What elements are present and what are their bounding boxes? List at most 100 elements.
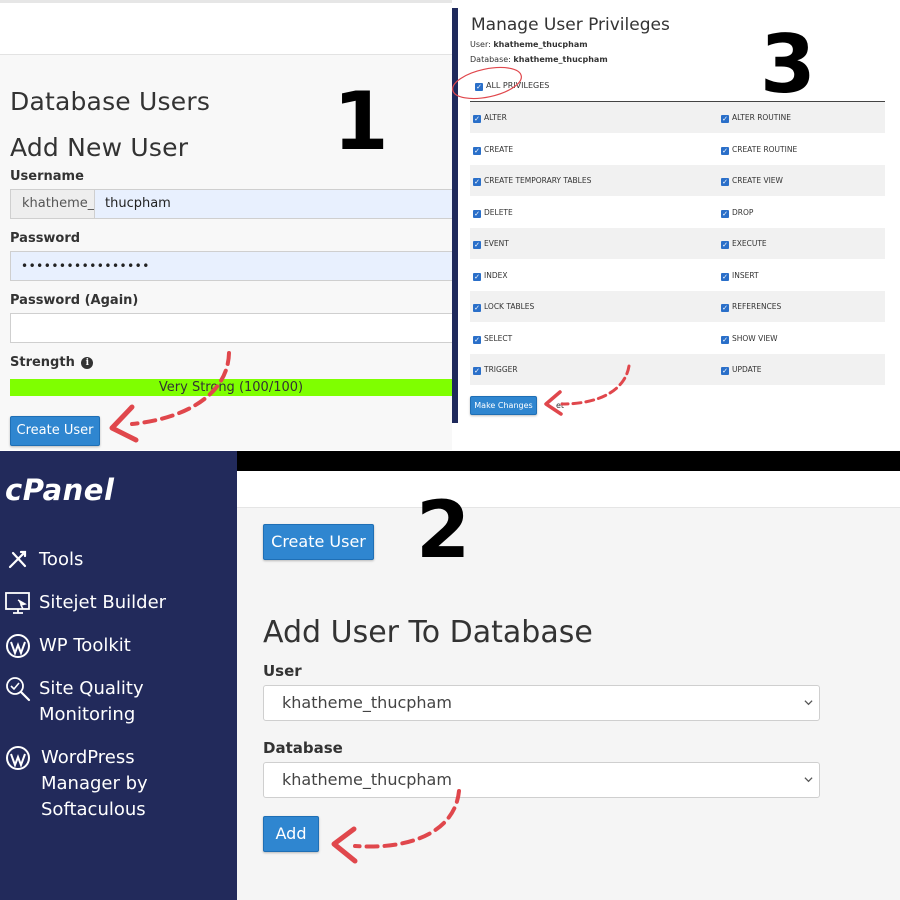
privilege-checkbox[interactable]: ✓ CREATE TEMPORARY TABLES (473, 176, 591, 186)
database-label: Database (263, 739, 343, 757)
all-privileges-checkbox[interactable]: ✓ ALL PRIVILEGES (475, 81, 549, 91)
privilege-checkbox[interactable]: ✓ ALTER (473, 113, 507, 123)
user-label: User (263, 662, 302, 680)
cpanel-logo[interactable]: cPanel (5, 473, 114, 507)
strength-row: Strength i (10, 355, 94, 370)
sidebar-item-site-quality[interactable]: Site Quality Monitoring (5, 676, 235, 728)
manage-privileges-panel: Manage User Privileges User: khatheme_th… (452, 8, 900, 423)
privilege-label: CREATE TEMPORARY TABLES (484, 176, 592, 185)
password-again-input[interactable] (10, 313, 452, 343)
privilege-checkbox[interactable]: ✓ SHOW VIEW (721, 334, 778, 344)
top-bar (0, 0, 452, 55)
privilege-row: ✓ CREATE TEMPORARY TABLES ✓ CREATE VIEW (470, 165, 885, 196)
privilege-checkbox[interactable]: ✓ DELETE (473, 208, 513, 218)
step-number-2: 2 (416, 486, 471, 576)
password-again-label: Password (Again) (10, 293, 139, 308)
privilege-label: CREATE (484, 144, 514, 154)
sidebar-item-wp-toolkit[interactable]: WP Toolkit (5, 633, 235, 659)
privilege-label: EXECUTE (732, 239, 767, 248)
privilege-row: ✓ TRIGGER ✓ UPDATE (470, 354, 885, 385)
checkbox-checked-icon: ✓ (721, 367, 729, 375)
privilege-checkbox[interactable]: ✓ INSERT (721, 271, 759, 281)
checkbox-checked-icon: ✓ (473, 335, 481, 344)
privilege-checkbox[interactable]: ✓ SELECT (473, 334, 512, 344)
username-input[interactable]: thucpham (94, 189, 452, 219)
checkbox-checked-icon: ✓ (473, 178, 481, 186)
privilege-checkbox[interactable]: ✓ UPDATE (721, 365, 762, 375)
create-user-button[interactable]: Create User (263, 524, 374, 560)
chevron-down-icon (804, 777, 813, 783)
user-meta-label: User: (470, 40, 491, 49)
create-user-panel: Database Users Add New User Username kha… (0, 0, 452, 450)
make-changes-button[interactable]: Make Changes (470, 396, 537, 415)
privilege-checkbox[interactable]: ✓ INDEX (473, 271, 507, 281)
checkbox-checked-icon: ✓ (721, 335, 729, 344)
privilege-label: ALTER (484, 113, 507, 122)
add-button[interactable]: Add (263, 816, 319, 852)
privilege-row: ✓ DELETE ✓ DROP (470, 197, 885, 228)
sidebar-item-sitejet[interactable]: Sitejet Builder (5, 590, 235, 616)
privilege-label: INSERT (732, 270, 759, 280)
reset-link[interactable]: et (556, 401, 564, 410)
sidebar-item-label: Sitejet Builder (39, 592, 167, 613)
checkbox-checked-icon: ✓ (475, 83, 483, 91)
checkbox-checked-icon: ✓ (473, 272, 481, 281)
privilege-row: ✓ CREATE ✓ CREATE ROUTINE (470, 134, 885, 165)
panel-edge (452, 8, 458, 423)
privilege-label: EVENT (484, 239, 509, 248)
database-select-value: khatheme_thucpham (282, 770, 452, 789)
user-meta: User: khatheme_thucpham (470, 40, 588, 49)
privilege-checkbox[interactable]: ✓ CREATE (473, 145, 513, 155)
privilege-checkbox[interactable]: ✓ TRIGGER (473, 365, 518, 375)
checkbox-checked-icon: ✓ (473, 304, 481, 312)
cpanel-sidebar: cPanel Tools Sitejet Builder WP Toolkit … (0, 451, 237, 900)
privilege-label: LOCK TABLES (484, 302, 535, 311)
checkbox-checked-icon: ✓ (721, 241, 729, 249)
user-meta-value: khatheme_thucpham (493, 40, 588, 49)
checkbox-checked-icon: ✓ (721, 209, 729, 218)
checkbox-checked-icon: ✓ (473, 146, 481, 155)
privilege-row: ✓ ALTER ✓ ALTER ROUTINE (470, 102, 885, 133)
privilege-checkbox[interactable]: ✓ CREATE ROUTINE (721, 145, 797, 155)
privilege-checkbox[interactable]: ✓ ALTER ROUTINE (721, 113, 791, 123)
database-meta-label: Database: (470, 55, 511, 64)
privilege-checkbox[interactable]: ✓ EVENT (473, 239, 509, 249)
privileges-title: Manage User Privileges (471, 15, 670, 35)
privilege-label: CREATE VIEW (732, 176, 783, 185)
privilege-checkbox[interactable]: ✓ REFERENCES (721, 302, 781, 312)
add-user-heading: Add User To Database (263, 615, 593, 650)
sidebar-item-wordpress-manager[interactable]: WordPress Manager by Softaculous (5, 745, 235, 823)
username-prefix: khatheme_ (10, 189, 95, 219)
privilege-label: TRIGGER (484, 365, 518, 374)
step-number-3: 3 (760, 18, 816, 111)
database-meta: Database: khatheme_thucpham (470, 55, 608, 64)
sidebar-item-label: Site Quality Monitoring (39, 678, 144, 725)
database-meta-value: khatheme_thucpham (513, 55, 608, 64)
privilege-checkbox[interactable]: ✓ EXECUTE (721, 239, 767, 249)
privilege-checkbox[interactable]: ✓ LOCK TABLES (473, 302, 534, 312)
wordpress-icon (6, 746, 30, 770)
info-icon[interactable]: i (81, 357, 94, 369)
user-select[interactable]: khatheme_thucpham (263, 685, 820, 721)
create-user-button[interactable]: Create User (10, 416, 100, 446)
sitejet-icon (5, 592, 30, 614)
chevron-down-icon (804, 700, 813, 706)
checkbox-checked-icon: ✓ (721, 146, 729, 155)
checkbox-checked-icon: ✓ (473, 209, 481, 218)
checkbox-checked-icon: ✓ (473, 241, 481, 249)
strength-meter: Very Strong (100/100) (10, 379, 452, 396)
password-input[interactable]: ••••••••••••••••• (10, 251, 452, 281)
sidebar-item-tools[interactable]: Tools (5, 547, 235, 573)
checkbox-checked-icon: ✓ (721, 178, 729, 186)
privilege-checkbox[interactable]: ✓ CREATE VIEW (721, 176, 783, 186)
privilege-label: SHOW VIEW (732, 333, 778, 343)
top-divider (0, 0, 452, 3)
privilege-label: ALTER ROUTINE (732, 113, 791, 122)
privilege-checkbox[interactable]: ✓ DROP (721, 208, 753, 218)
database-select[interactable]: khatheme_thucpham (263, 762, 820, 798)
privilege-row: ✓ LOCK TABLES ✓ REFERENCES (470, 291, 885, 322)
checkbox-checked-icon: ✓ (721, 304, 729, 312)
site-quality-icon (6, 677, 31, 702)
privilege-label: UPDATE (732, 365, 762, 374)
checkbox-checked-icon: ✓ (721, 272, 729, 281)
